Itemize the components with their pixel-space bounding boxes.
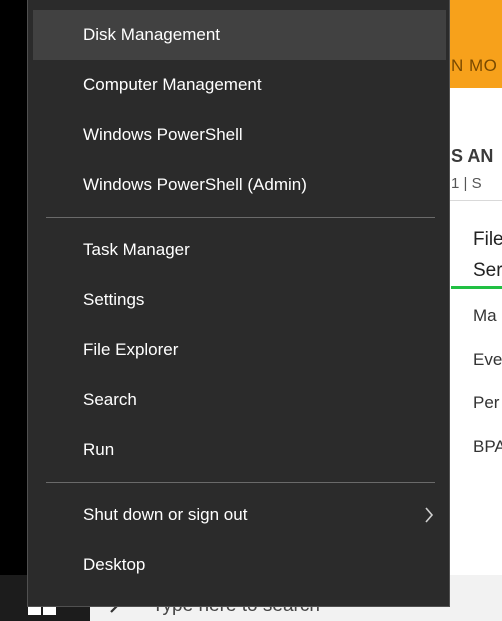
menu-item-search[interactable]: Search xyxy=(33,375,446,425)
menu-item-label: Windows PowerShell xyxy=(83,125,243,144)
menu-item-label: Task Manager xyxy=(83,240,190,259)
banner-text: N MO xyxy=(451,56,498,75)
role-tile-item[interactable]: BPA xyxy=(473,437,502,457)
menu-item-label: Search xyxy=(83,390,137,409)
menu-item-label: Disk Management xyxy=(83,25,221,44)
menu-item-disk-management[interactable]: Disk Management xyxy=(33,10,446,60)
menu-item-run[interactable]: Run xyxy=(33,425,446,475)
notification-banner[interactable]: N MO xyxy=(445,0,502,88)
status-bar-green xyxy=(451,286,502,289)
menu-separator xyxy=(46,482,435,483)
menu-item-label: Desktop xyxy=(83,555,146,574)
role-tile-item[interactable]: Per xyxy=(473,393,499,413)
menu-item-desktop[interactable]: Desktop xyxy=(33,540,446,590)
power-user-menu: Disk Management Computer Management Wind… xyxy=(27,0,450,607)
menu-item-shut-down-or-sign-out[interactable]: Shut down or sign out xyxy=(33,490,446,540)
role-tile-title-line1: File xyxy=(473,229,502,250)
menu-item-computer-management[interactable]: Computer Management xyxy=(33,60,446,110)
divider xyxy=(445,200,502,201)
section-heading: S AN xyxy=(451,146,494,166)
role-tile-title[interactable]: File Ser xyxy=(473,224,502,286)
chevron-right-icon xyxy=(425,507,434,523)
menu-item-label: Windows PowerShell (Admin) xyxy=(83,175,307,194)
role-tile-item[interactable]: Eve xyxy=(473,350,502,370)
role-tile-item[interactable]: Ma xyxy=(473,306,497,326)
desktop-screen: N MO S AN 1 | S File Ser Ma Eve Per BPA … xyxy=(0,0,502,621)
menu-item-settings[interactable]: Settings xyxy=(33,275,446,325)
menu-item-label: File Explorer xyxy=(83,340,179,359)
server-manager-window: N MO S AN 1 | S File Ser Ma Eve Per BPA xyxy=(445,0,502,575)
menu-item-task-manager[interactable]: Task Manager xyxy=(33,225,446,275)
menu-item-label: Settings xyxy=(83,290,145,309)
menu-item-label: Computer Management xyxy=(83,75,262,94)
section-subheading: 1 | S xyxy=(451,175,482,192)
menu-item-file-explorer[interactable]: File Explorer xyxy=(33,325,446,375)
role-tile-title-line2: Ser xyxy=(473,260,502,281)
menu-item-label: Shut down or sign out xyxy=(83,505,248,524)
menu-separator xyxy=(46,217,435,218)
menu-item-windows-powershell[interactable]: Windows PowerShell xyxy=(33,110,446,160)
menu-item-label: Run xyxy=(83,440,115,459)
menu-item-windows-powershell-admin[interactable]: Windows PowerShell (Admin) xyxy=(33,160,446,210)
